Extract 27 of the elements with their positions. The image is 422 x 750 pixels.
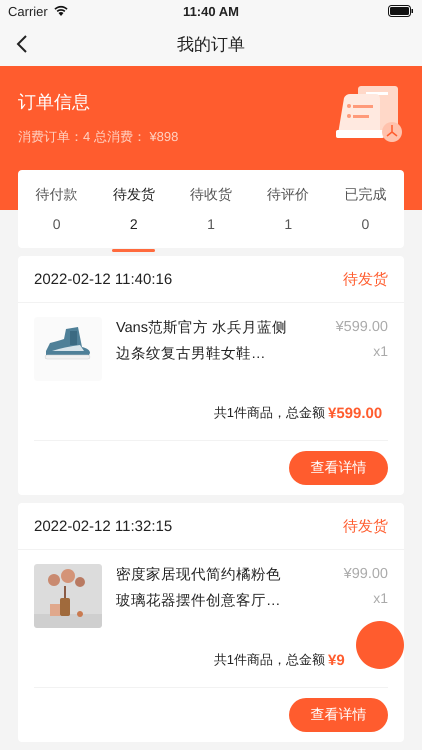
order-total: ¥9 bbox=[328, 652, 345, 668]
order-time: 2022-02-12 11:40:16 bbox=[34, 270, 172, 288]
carrier-label: Carrier bbox=[8, 4, 48, 18]
unit-price: ¥599.00 bbox=[336, 319, 388, 335]
order-status-tab[interactable]: 待收货 1 bbox=[172, 170, 250, 248]
spending-summary: 消费订单：4 总消费： ¥898 bbox=[18, 128, 178, 146]
order-total: ¥599.00 bbox=[328, 404, 382, 422]
order-status-tab[interactable]: 已完成 0 bbox=[326, 170, 404, 248]
back-icon[interactable] bbox=[16, 34, 28, 54]
page-title: 我的订单 bbox=[177, 34, 245, 56]
unit-price: ¥99.00 bbox=[344, 566, 388, 582]
wifi-icon bbox=[52, 5, 69, 17]
clock-time: 11:40 AM bbox=[183, 4, 239, 18]
quantity: x1 bbox=[373, 590, 388, 606]
quantity: x1 bbox=[373, 343, 388, 359]
product-title: Vans范斯官方 水兵月蓝侧边条纹复古男鞋女鞋… bbox=[116, 318, 288, 364]
order-time: 2022-02-12 11:32:15 bbox=[34, 518, 172, 534]
order-status-tab[interactable]: 待付款 0 bbox=[18, 170, 96, 248]
order-status-tab[interactable]: 待评价 1 bbox=[250, 170, 327, 248]
order-summary: 共1件商品，总金额 bbox=[214, 404, 325, 422]
order-status: 待发货 bbox=[343, 270, 388, 288]
receipt-clock-drawing bbox=[336, 84, 404, 144]
order-summary: 共1件商品，总金额 bbox=[214, 651, 325, 669]
order-status: 待发货 bbox=[343, 516, 388, 536]
header-title: 订单信息 bbox=[18, 91, 91, 114]
battery-icon bbox=[388, 5, 414, 17]
product-title: 密度家居现代简约橘粉色玻璃花器摆件创意客厅… bbox=[116, 566, 282, 611]
